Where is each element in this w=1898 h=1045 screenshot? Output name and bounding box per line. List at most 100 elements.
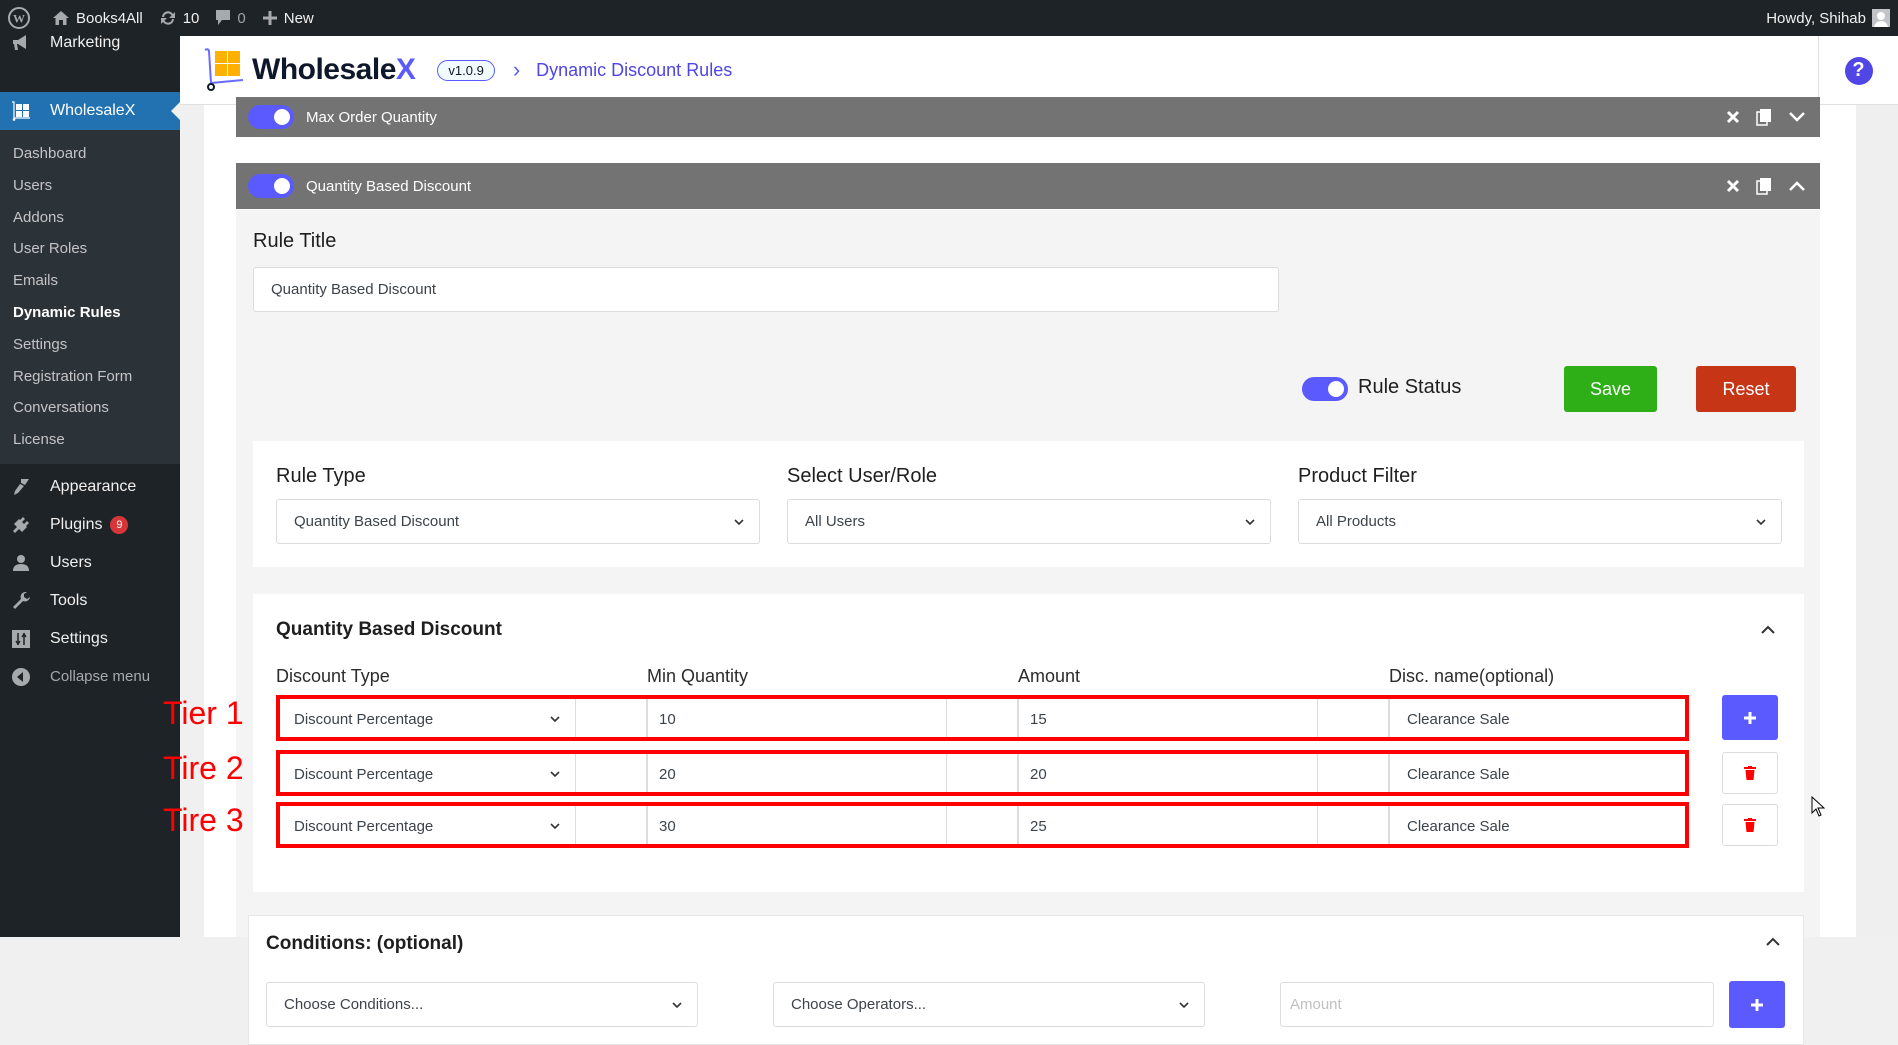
brand-name-accent: X (395, 53, 416, 86)
copy-icon[interactable] (1756, 177, 1772, 195)
submenu-item-registration-form[interactable]: Registration Form (0, 361, 180, 393)
add-condition-button[interactable] (1729, 981, 1785, 1028)
new-content-link[interactable]: New (254, 0, 322, 36)
copy-icon[interactable] (1756, 108, 1772, 126)
user-role-value: All Users (805, 513, 866, 530)
operators-select[interactable]: Choose Operators... (773, 982, 1205, 1027)
sidebar-item-wholesalex[interactable]: WholesaleX (0, 92, 180, 130)
tier-row: Tier 1 Discount Percentage 10 15 Clearance S… (163, 695, 1804, 741)
avatar (1872, 9, 1890, 27)
conditions-select[interactable]: Choose Conditions... (266, 982, 698, 1027)
rule-status-label: Rule Status (1358, 376, 1462, 398)
sidebar-item-label: Marketing (50, 34, 121, 51)
chevron-down-icon[interactable] (1788, 111, 1806, 123)
comment-icon (216, 10, 231, 25)
chevron-up-icon[interactable] (1765, 936, 1781, 948)
sidebar-item-appearance[interactable]: Appearance (0, 468, 180, 506)
updates-link[interactable]: 10 (151, 0, 208, 36)
save-button[interactable]: Save (1564, 366, 1657, 412)
plus-icon (1744, 711, 1756, 724)
reset-button[interactable]: Reset (1696, 366, 1796, 412)
tier-highlight-box (276, 695, 1689, 741)
sidebar-item-settings[interactable]: Settings (0, 620, 180, 658)
help-icon[interactable]: ? (1844, 56, 1873, 85)
product-filter-select[interactable]: All Products (1298, 499, 1782, 544)
chevron-up-icon[interactable] (1760, 624, 1776, 636)
rule-type-select[interactable]: Quantity Based Discount (276, 499, 760, 544)
wholesalex-logo-icon (204, 48, 244, 91)
submenu-item-dashboard[interactable]: Dashboard (0, 138, 180, 170)
rule-status-toggle[interactable] (1302, 377, 1348, 401)
sliders-icon (10, 629, 32, 648)
brand-name: WholesaleX (252, 53, 416, 87)
chevron-right-icon: › (512, 57, 521, 82)
admin-bar: W Books4All 10 0 New Howdy, Shihab (0, 0, 1898, 36)
column-header-amount: Amount (1018, 666, 1081, 686)
add-tier-button[interactable] (1722, 695, 1778, 740)
right-gutter (1856, 105, 1898, 937)
rule-bar-quantity-based-discount[interactable]: Quantity Based Discount (236, 163, 1820, 209)
amount-placeholder: Amount (1290, 996, 1342, 1013)
close-icon[interactable] (1726, 110, 1740, 124)
tier-highlight-box (276, 802, 1689, 848)
submenu-item-license[interactable]: License (0, 424, 180, 456)
sidebar-item-label: Appearance (50, 477, 137, 495)
close-icon[interactable] (1726, 179, 1740, 193)
wordpress-logo-button[interactable]: W (0, 0, 44, 36)
trash-icon (1744, 818, 1756, 832)
sidebar-item-label: Tools (50, 591, 88, 609)
sidebar-item-users[interactable]: Users (0, 544, 180, 582)
version-badge: v1.0.9 (437, 59, 495, 81)
chevron-down-icon (1179, 1001, 1189, 1008)
operators-placeholder: Choose Operators... (791, 996, 927, 1013)
main-content: Max Order Quantity Quantity Based Discou… (163, 97, 1898, 1045)
wrench-icon (10, 591, 32, 611)
collapse-menu-button[interactable]: Collapse menu (0, 658, 180, 696)
submenu-item-user-roles[interactable]: User Roles (0, 233, 180, 265)
delete-tier-button[interactable] (1722, 752, 1778, 794)
rule-bar-title: Max Order Quantity (306, 108, 437, 126)
rule-type-value: Quantity Based Discount (294, 513, 460, 530)
comments-link[interactable]: 0 (207, 0, 253, 36)
wholesalex-icon (10, 101, 32, 121)
trash-icon (1744, 766, 1756, 780)
rule-enabled-toggle[interactable] (248, 174, 294, 198)
column-header-min-quantity: Min Quantity (647, 666, 749, 686)
plus-icon (1751, 998, 1763, 1011)
conditions-placeholder: Choose Conditions... (284, 996, 424, 1013)
chevron-down-icon (1245, 518, 1255, 525)
sidebar-item-plugins[interactable]: Plugins 9 (0, 506, 180, 544)
site-name-link[interactable]: Books4All (44, 0, 151, 36)
submenu-item-conversations[interactable]: Conversations (0, 392, 180, 424)
submenu-item-users[interactable]: Users (0, 170, 180, 202)
submenu-item-emails[interactable]: Emails (0, 265, 180, 297)
chevron-down-icon (672, 1001, 682, 1008)
quantity-discount-card: Quantity Based Discount Discount Type Mi… (163, 594, 1804, 892)
sidebar-item-tools[interactable]: Tools (0, 582, 180, 620)
rule-title-input[interactable]: Quantity Based Discount (253, 267, 1279, 312)
chevron-down-icon (1756, 518, 1766, 525)
chevron-down-icon (734, 518, 744, 525)
submenu-item-settings[interactable]: Settings (0, 329, 180, 361)
greeting: Howdy, Shihab (1766, 9, 1866, 27)
wordpress-icon: W (8, 7, 30, 29)
tier-annotation: Tier 1 (163, 695, 244, 731)
breadcrumb-current[interactable]: Dynamic Discount Rules (536, 60, 732, 81)
rule-bar-max-order-quantity[interactable]: Max Order Quantity (236, 97, 1820, 137)
sidebar-item-marketing[interactable]: Marketing (0, 34, 180, 54)
submenu-item-dynamic-rules[interactable]: Dynamic Rules (0, 297, 180, 329)
user-role-select[interactable]: All Users (787, 499, 1271, 544)
paintbrush-icon (10, 477, 32, 497)
delete-tier-button[interactable] (1722, 804, 1778, 846)
rule-enabled-toggle[interactable] (248, 105, 294, 129)
admin-sidebar: Marketing WholesaleX Dashboard Users Add… (0, 34, 180, 937)
chevron-up-icon[interactable] (1788, 180, 1806, 192)
product-filter-label: Product Filter (1298, 465, 1417, 487)
my-account-link[interactable]: Howdy, Shihab (1758, 0, 1898, 36)
tier-highlight-box (276, 750, 1689, 796)
condition-amount-input[interactable]: Amount (1280, 982, 1714, 1027)
brand-logo[interactable]: WholesaleX (202, 47, 416, 93)
brand-name-main: Wholesale (252, 53, 396, 86)
collapse-icon (10, 667, 32, 687)
submenu-item-addons[interactable]: Addons (0, 202, 180, 234)
